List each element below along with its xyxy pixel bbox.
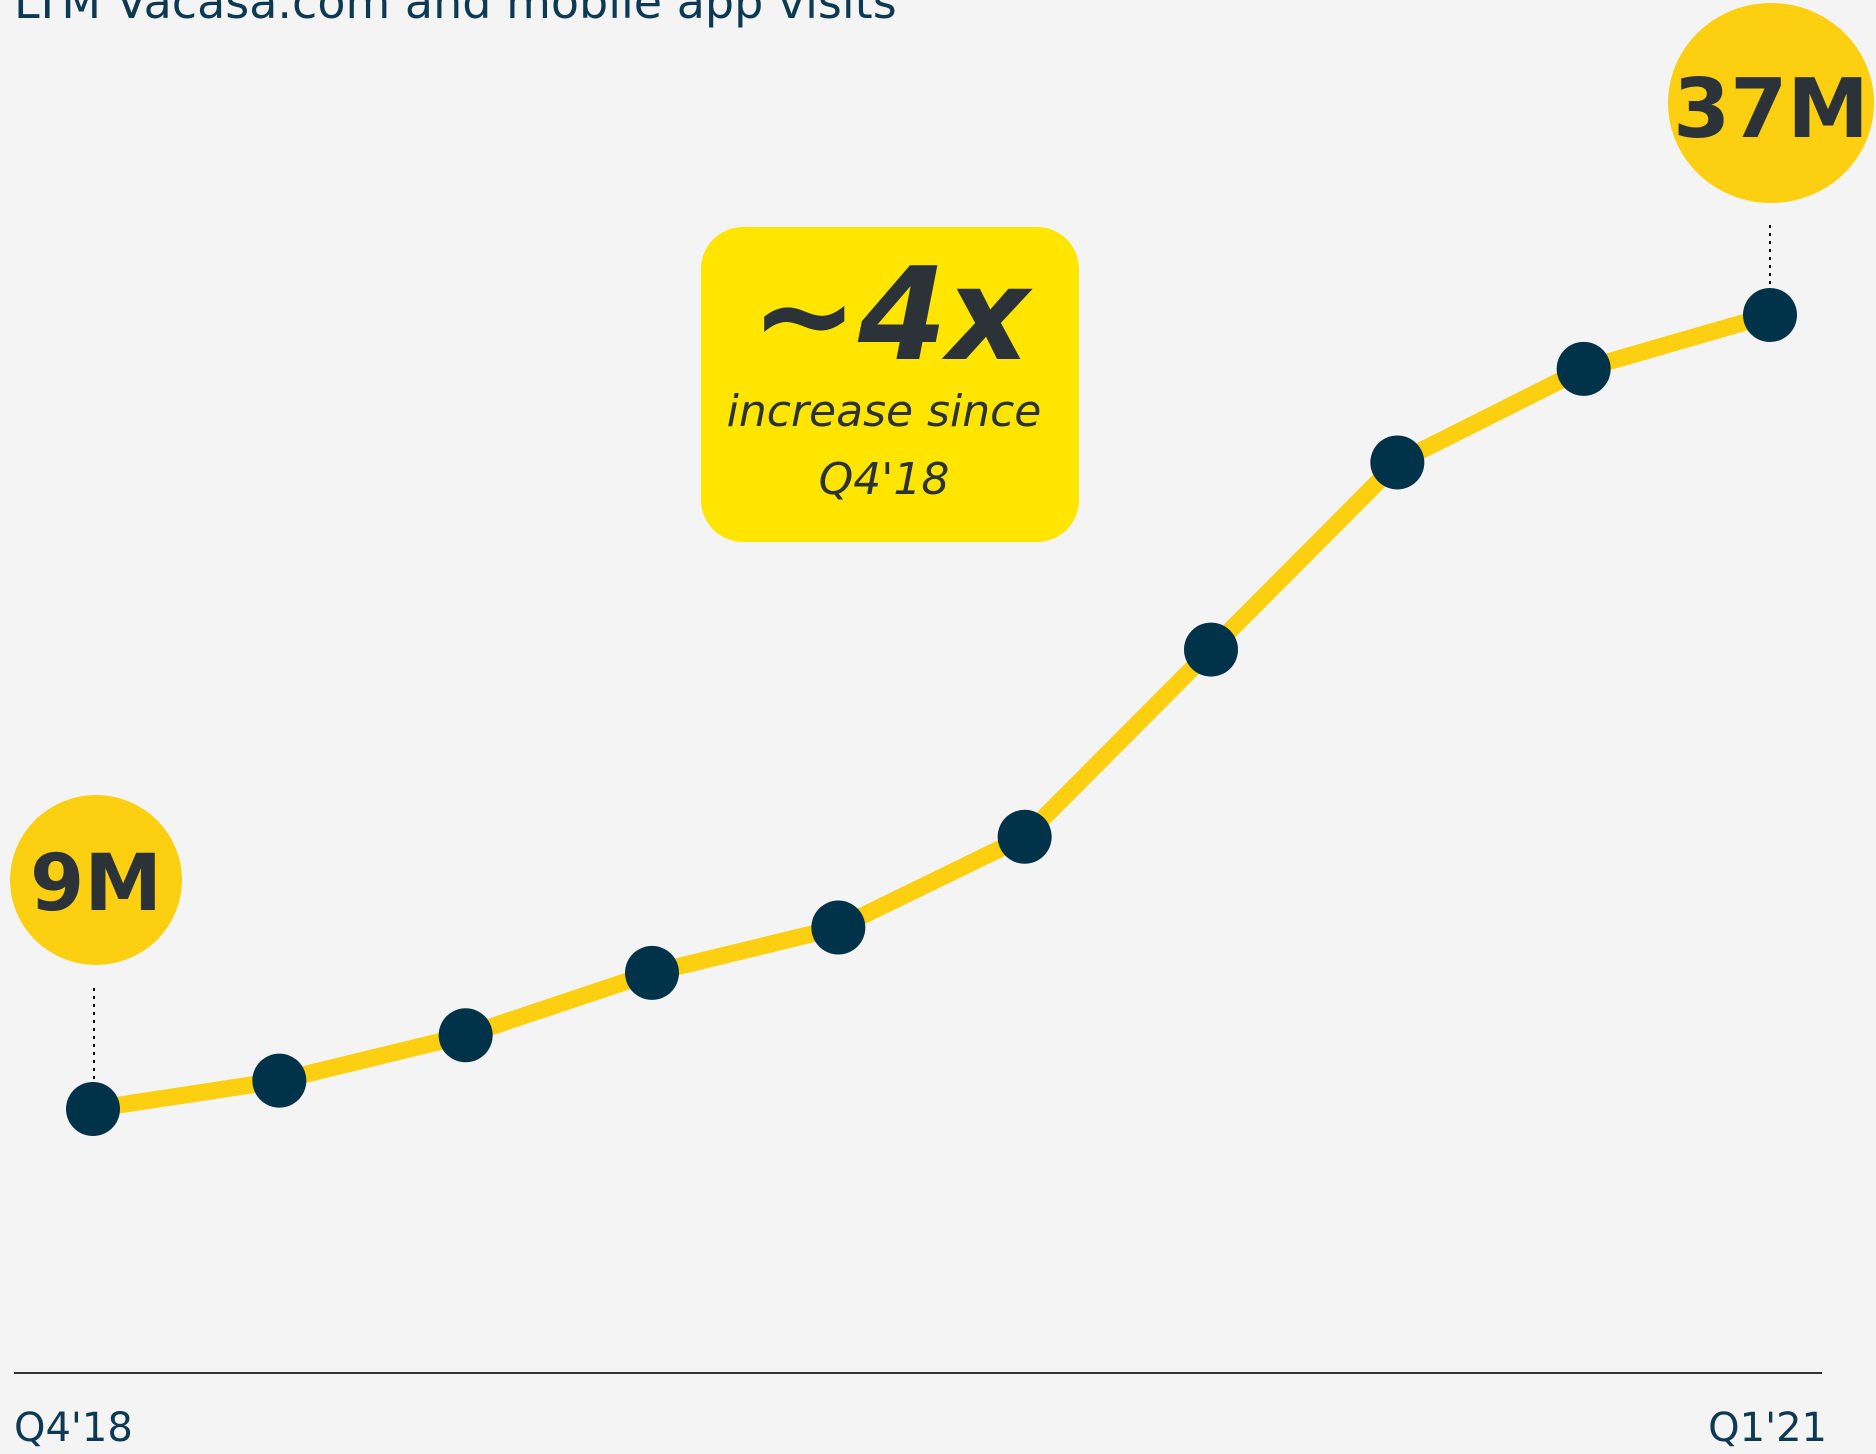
data-point-3 xyxy=(438,1008,493,1063)
start-value-label: 9M xyxy=(30,839,162,929)
end-value-label: 37M xyxy=(1673,62,1869,157)
title-footnote: 1 xyxy=(897,0,912,6)
x-tick-label-end: Q1'21 xyxy=(1708,1405,1827,1451)
callout-line-2: Q4'18 xyxy=(819,454,950,505)
line-chart: LTM Vacasa.com and mobile app visits1 ~4… xyxy=(10,0,1874,1451)
data-point-6 xyxy=(997,809,1052,864)
data-point-9 xyxy=(1556,341,1611,396)
data-point-10 xyxy=(1743,288,1797,342)
data-point-7 xyxy=(1184,622,1238,677)
data-point-1 xyxy=(66,1082,120,1136)
end-value-bubble: 37M xyxy=(1668,3,1874,203)
data-point-8 xyxy=(1370,435,1425,490)
chart-container: LTM Vacasa.com and mobile app visits1 ~4… xyxy=(0,0,1876,1454)
data-point-4 xyxy=(625,945,679,1000)
callout-line-1: increase since xyxy=(727,386,1042,437)
data-point-2 xyxy=(252,1053,307,1108)
chart-title: LTM Vacasa.com and mobile app visits1 xyxy=(14,0,912,29)
data-point-5 xyxy=(811,900,866,955)
callout-multiplier: ~4x xyxy=(751,241,1033,390)
start-value-bubble: 9M xyxy=(10,795,182,965)
x-tick-label-start: Q4'18 xyxy=(14,1405,133,1451)
callout-box: ~4x increase since Q4'18 xyxy=(701,227,1079,542)
